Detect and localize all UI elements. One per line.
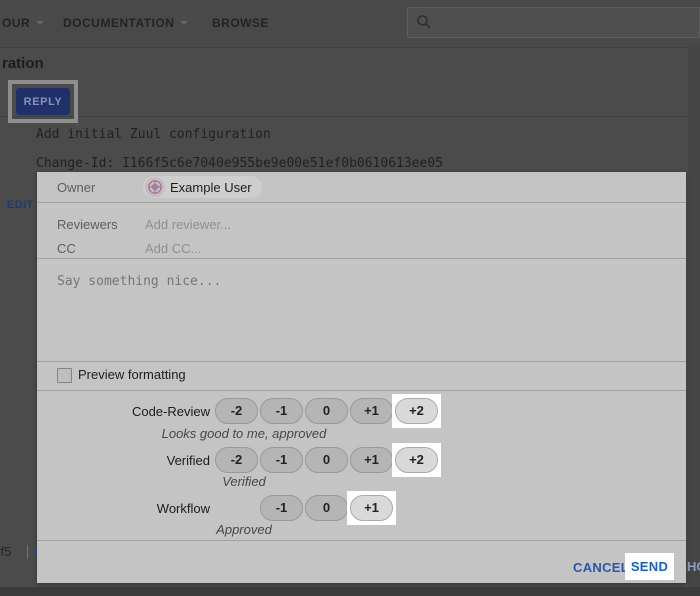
- owner-label: Owner: [57, 180, 95, 195]
- score-label-workflow: Workflow: [37, 501, 210, 516]
- comment-textarea[interactable]: Say something nice...: [37, 259, 686, 361]
- caret-down-icon: [180, 21, 188, 25]
- screen: OUR DOCUMENTATION BROWSE ration REPLY Ad…: [0, 0, 700, 596]
- search-icon: [416, 14, 432, 30]
- reviewers-label: Reviewers: [57, 217, 118, 232]
- page-title-fragment: ration: [2, 55, 44, 72]
- preview-row: Preview formatting: [37, 362, 686, 390]
- cc-label: CC: [57, 241, 76, 256]
- change-id-line: Change-Id: I166f5c6e7040e955be9e00e51ef0…: [36, 156, 443, 171]
- owner-name: Example User: [170, 180, 252, 195]
- identicon-icon: [147, 179, 163, 195]
- score-description-verified: Verified: [37, 474, 451, 489]
- score-description-workflow: Approved: [37, 522, 451, 537]
- bottom-right-link-fragment[interactable]: HO: [687, 559, 700, 574]
- separator: [27, 545, 28, 559]
- nav-item-browse[interactable]: BROWSE: [212, 16, 269, 30]
- commit-message: Add initial Zuul configuration: [36, 127, 271, 142]
- edit-link[interactable]: EDIT: [7, 199, 34, 211]
- send-button[interactable]: SEND: [631, 559, 668, 574]
- comment-placeholder: Say something nice...: [57, 274, 221, 289]
- owner-chip[interactable]: Example User: [143, 176, 262, 198]
- vote-button-workflow-minus1[interactable]: -1: [260, 495, 303, 521]
- add-cc-input[interactable]: Add CC...: [145, 241, 201, 256]
- preview-checkbox-label: Preview formatting: [78, 367, 186, 382]
- top-header-bar: OUR DOCUMENTATION BROWSE: [0, 0, 700, 48]
- bottom-band: [0, 587, 700, 596]
- scores-section: Code-Review-2-10+1+2Looks good to me, ap…: [37, 390, 686, 540]
- vote-button-code-review-minus1[interactable]: -1: [260, 398, 303, 424]
- vote-button-verified-minus2[interactable]: -2: [215, 447, 258, 473]
- vote-button-code-review-0[interactable]: 0: [305, 398, 348, 424]
- score-label-code-review: Code-Review: [37, 404, 210, 419]
- vote-button-workflow-0[interactable]: 0: [305, 495, 348, 521]
- nav-item-documentation-label: DOCUMENTATION: [63, 16, 174, 30]
- nav-item-browse-label: BROWSE: [212, 16, 269, 30]
- vote-button-code-review-plus1[interactable]: +1: [350, 398, 393, 424]
- nav-item-your[interactable]: OUR: [2, 16, 44, 30]
- caret-down-icon: [36, 21, 44, 25]
- divider: [37, 540, 686, 541]
- reply-button[interactable]: REPLY: [16, 88, 70, 115]
- score-description-code-review: Looks good to me, approved: [37, 426, 451, 441]
- vote-button-workflow-plus1[interactable]: +1: [350, 495, 393, 521]
- score-label-verified: Verified: [37, 453, 210, 468]
- vote-button-verified-plus2[interactable]: +2: [395, 447, 438, 473]
- vote-button-code-review-plus2[interactable]: +2: [395, 398, 438, 424]
- vote-button-verified-minus1[interactable]: -1: [260, 447, 303, 473]
- vote-button-code-review-minus2[interactable]: -2: [215, 398, 258, 424]
- nav-item-documentation[interactable]: DOCUMENTATION: [63, 16, 188, 30]
- scrollbar[interactable]: [688, 47, 700, 596]
- reply-dialog: Owner Example User Reviewers Add reviewe…: [37, 172, 686, 583]
- page-divider: [0, 116, 700, 117]
- send-button-highlight: SEND: [625, 553, 674, 580]
- avatar: [145, 177, 165, 197]
- cancel-button[interactable]: CANCEL: [573, 560, 629, 575]
- divider: [37, 202, 686, 203]
- vote-button-verified-0[interactable]: 0: [305, 447, 348, 473]
- add-reviewer-input[interactable]: Add reviewer...: [145, 217, 231, 232]
- reply-button-highlight: REPLY: [8, 80, 78, 123]
- commit-hash-fragment: cf5: [0, 544, 11, 559]
- search-input[interactable]: [407, 7, 700, 38]
- vote-button-verified-plus1[interactable]: +1: [350, 447, 393, 473]
- preview-checkbox[interactable]: [57, 368, 72, 383]
- nav-item-your-label: OUR: [2, 16, 30, 30]
